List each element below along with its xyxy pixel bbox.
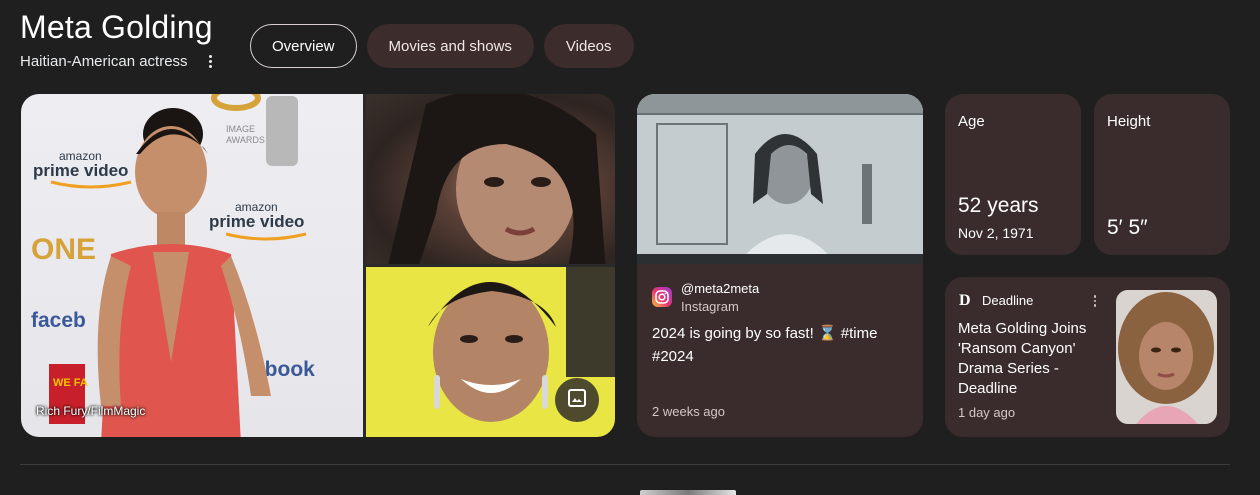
age-label: Age [958,113,985,130]
image-gallery-icon [567,388,587,413]
height-value: 5′ 5″ [1107,216,1148,239]
news-portrait-illustration [1116,290,1217,424]
deadline-logo-icon: D [959,292,971,309]
news-time: 1 day ago [958,405,1016,420]
instagram-post-image [637,94,923,264]
more-options-icon[interactable] [202,51,218,71]
news-more-options-icon[interactable] [1089,293,1101,309]
set-monitor-illustration [637,94,923,264]
instagram-post-time: 2 weeks ago [652,404,725,419]
age-value: 52 years [958,194,1039,217]
entity-title: Meta Golding [20,9,213,45]
svg-text:IMAGE: IMAGE [226,124,255,134]
height-label: Height [1107,113,1151,130]
instagram-post-text: 2024 is going by so fast! ⌛ #time #2024 [652,325,878,365]
news-source: Deadline [982,293,1034,308]
instagram-handle: @meta2meta [681,281,760,296]
tab-videos[interactable]: Videos [543,24,634,68]
birth-date: Nov 2, 1971 [958,225,1034,241]
svg-text:prime video: prime video [33,161,128,180]
news-card[interactable]: D Deadline Meta Golding Joins 'Ransom Ca… [945,277,1230,437]
instagram-post-card[interactable]: @meta2meta Instagram 2024 is going by so… [637,94,923,437]
news-headline: Meta Golding Joins 'Ransom Canyon' Drama… [958,320,1087,397]
age-card[interactable]: Age 52 years Nov 2, 1971 [945,94,1081,255]
height-card[interactable]: Height 5′ 5″ [1094,94,1230,255]
svg-text:ONE: ONE [31,233,96,266]
news-thumbnail [1116,290,1217,424]
svg-text:prime video: prime video [209,212,304,231]
next-section-peek [640,490,736,495]
instagram-icon [652,287,672,307]
main-photo[interactable]: amazon prime video amazon prime video ON… [21,94,363,437]
svg-text:faceb: faceb [31,309,86,332]
tab-movies-and-shows[interactable]: Movies and shows [366,24,534,68]
image-collage: amazon prime video amazon prime video ON… [21,94,615,437]
tab-overview[interactable]: Overview [250,24,357,68]
instagram-source: Instagram [681,299,739,314]
red-carpet-illustration: amazon prime video amazon prime video ON… [31,94,315,437]
photo-credit: Rich Fury/FilmMagic [36,404,146,418]
svg-text:WE FA: WE FA [53,377,88,389]
svg-text:AWARDS: AWARDS [226,135,265,145]
portrait-photo[interactable] [366,94,615,264]
portrait-illustration [388,94,606,264]
entity-tabs: Overview Movies and shows Videos [250,24,634,68]
image-gallery-button[interactable] [555,378,599,422]
section-divider [20,464,1230,465]
entity-description: Haitian-American actress [20,53,188,70]
